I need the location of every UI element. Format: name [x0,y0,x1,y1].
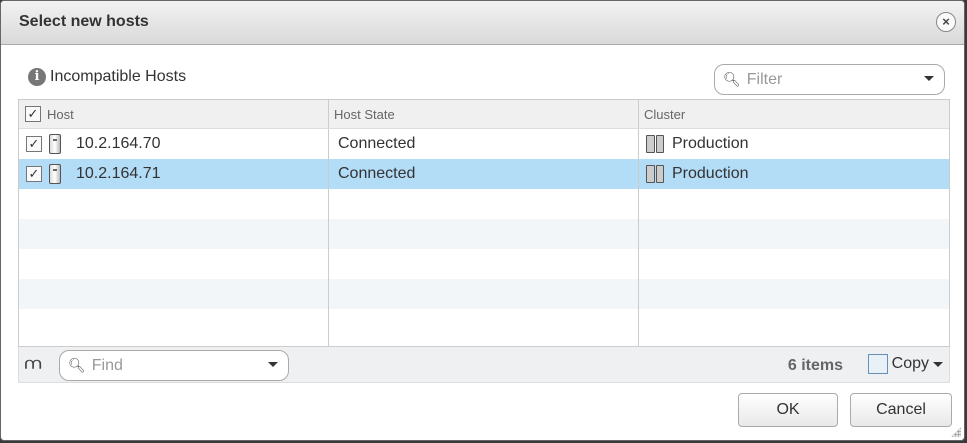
select-hosts-dialog: Select new hosts × i Incompatible Hosts … [0,0,965,441]
cluster-name: Production [672,135,749,152]
filter-placeholder: Filter [746,70,783,88]
info-icon: i [28,68,46,86]
cluster-icon [646,135,664,153]
table-row[interactable]: ✓ 10.2.164.70 Connected Production [19,129,949,159]
host-name: 10.2.164.71 [76,165,161,182]
host-state: Connected [338,135,416,152]
empty-row [19,309,949,346]
find-input[interactable]: 🔍︎ Find [59,350,289,381]
close-icon[interactable]: × [936,12,956,32]
host-icon [49,164,61,184]
cluster-name: Production [672,165,749,182]
copy-button[interactable]: Copy [867,354,943,374]
chevron-down-icon[interactable] [268,362,278,367]
find-placeholder: Find [91,356,123,374]
table-footer: ⩋ 🔍︎ Find 6 items Copy [18,347,950,383]
cancel-button[interactable]: Cancel [850,393,952,427]
host-name: 10.2.164.70 [76,135,161,152]
search-icon: 🔍︎ [723,71,741,87]
filter-input[interactable]: 🔍︎ Filter [714,64,945,95]
title-bar: Select new hosts × [1,1,964,45]
empty-row [19,189,949,219]
ok-button[interactable]: OK [738,393,838,427]
incompatible-hosts-label: Incompatible Hosts [50,68,187,85]
incompatible-hosts-link[interactable]: i Incompatible Hosts [28,68,186,86]
dialog-title: Select new hosts [19,13,149,30]
column-header-host-state[interactable]: Host State [334,107,395,122]
empty-row [19,249,949,279]
copy-icon [867,354,888,374]
chevron-down-icon[interactable] [924,76,934,81]
host-state: Connected [338,165,416,182]
item-count: 6 items [787,357,843,374]
table-header: ✓ Host Host State Cluster [19,100,949,129]
column-header-cluster[interactable]: Cluster [644,107,685,122]
search-icon: 🔍︎ [68,357,86,373]
copy-label: Copy [891,355,929,372]
column-header-host[interactable]: Host [47,107,74,122]
empty-row [19,219,949,249]
resize-grip[interactable] [951,427,961,437]
table-row[interactable]: ✓ 10.2.164.71 Connected Production [19,159,949,189]
cluster-icon [646,165,664,183]
hosts-table: ✓ Host Host State Cluster ✓ 10.2.164.70 Co… [18,99,950,347]
empty-row [19,279,949,309]
row-checkbox[interactable]: ✓ [26,136,42,152]
chevron-down-icon [933,361,943,367]
row-checkbox[interactable]: ✓ [26,166,42,182]
binoculars-icon[interactable]: ⩋ [25,356,41,374]
host-icon [49,134,61,154]
select-all-checkbox[interactable]: ✓ [25,106,41,122]
